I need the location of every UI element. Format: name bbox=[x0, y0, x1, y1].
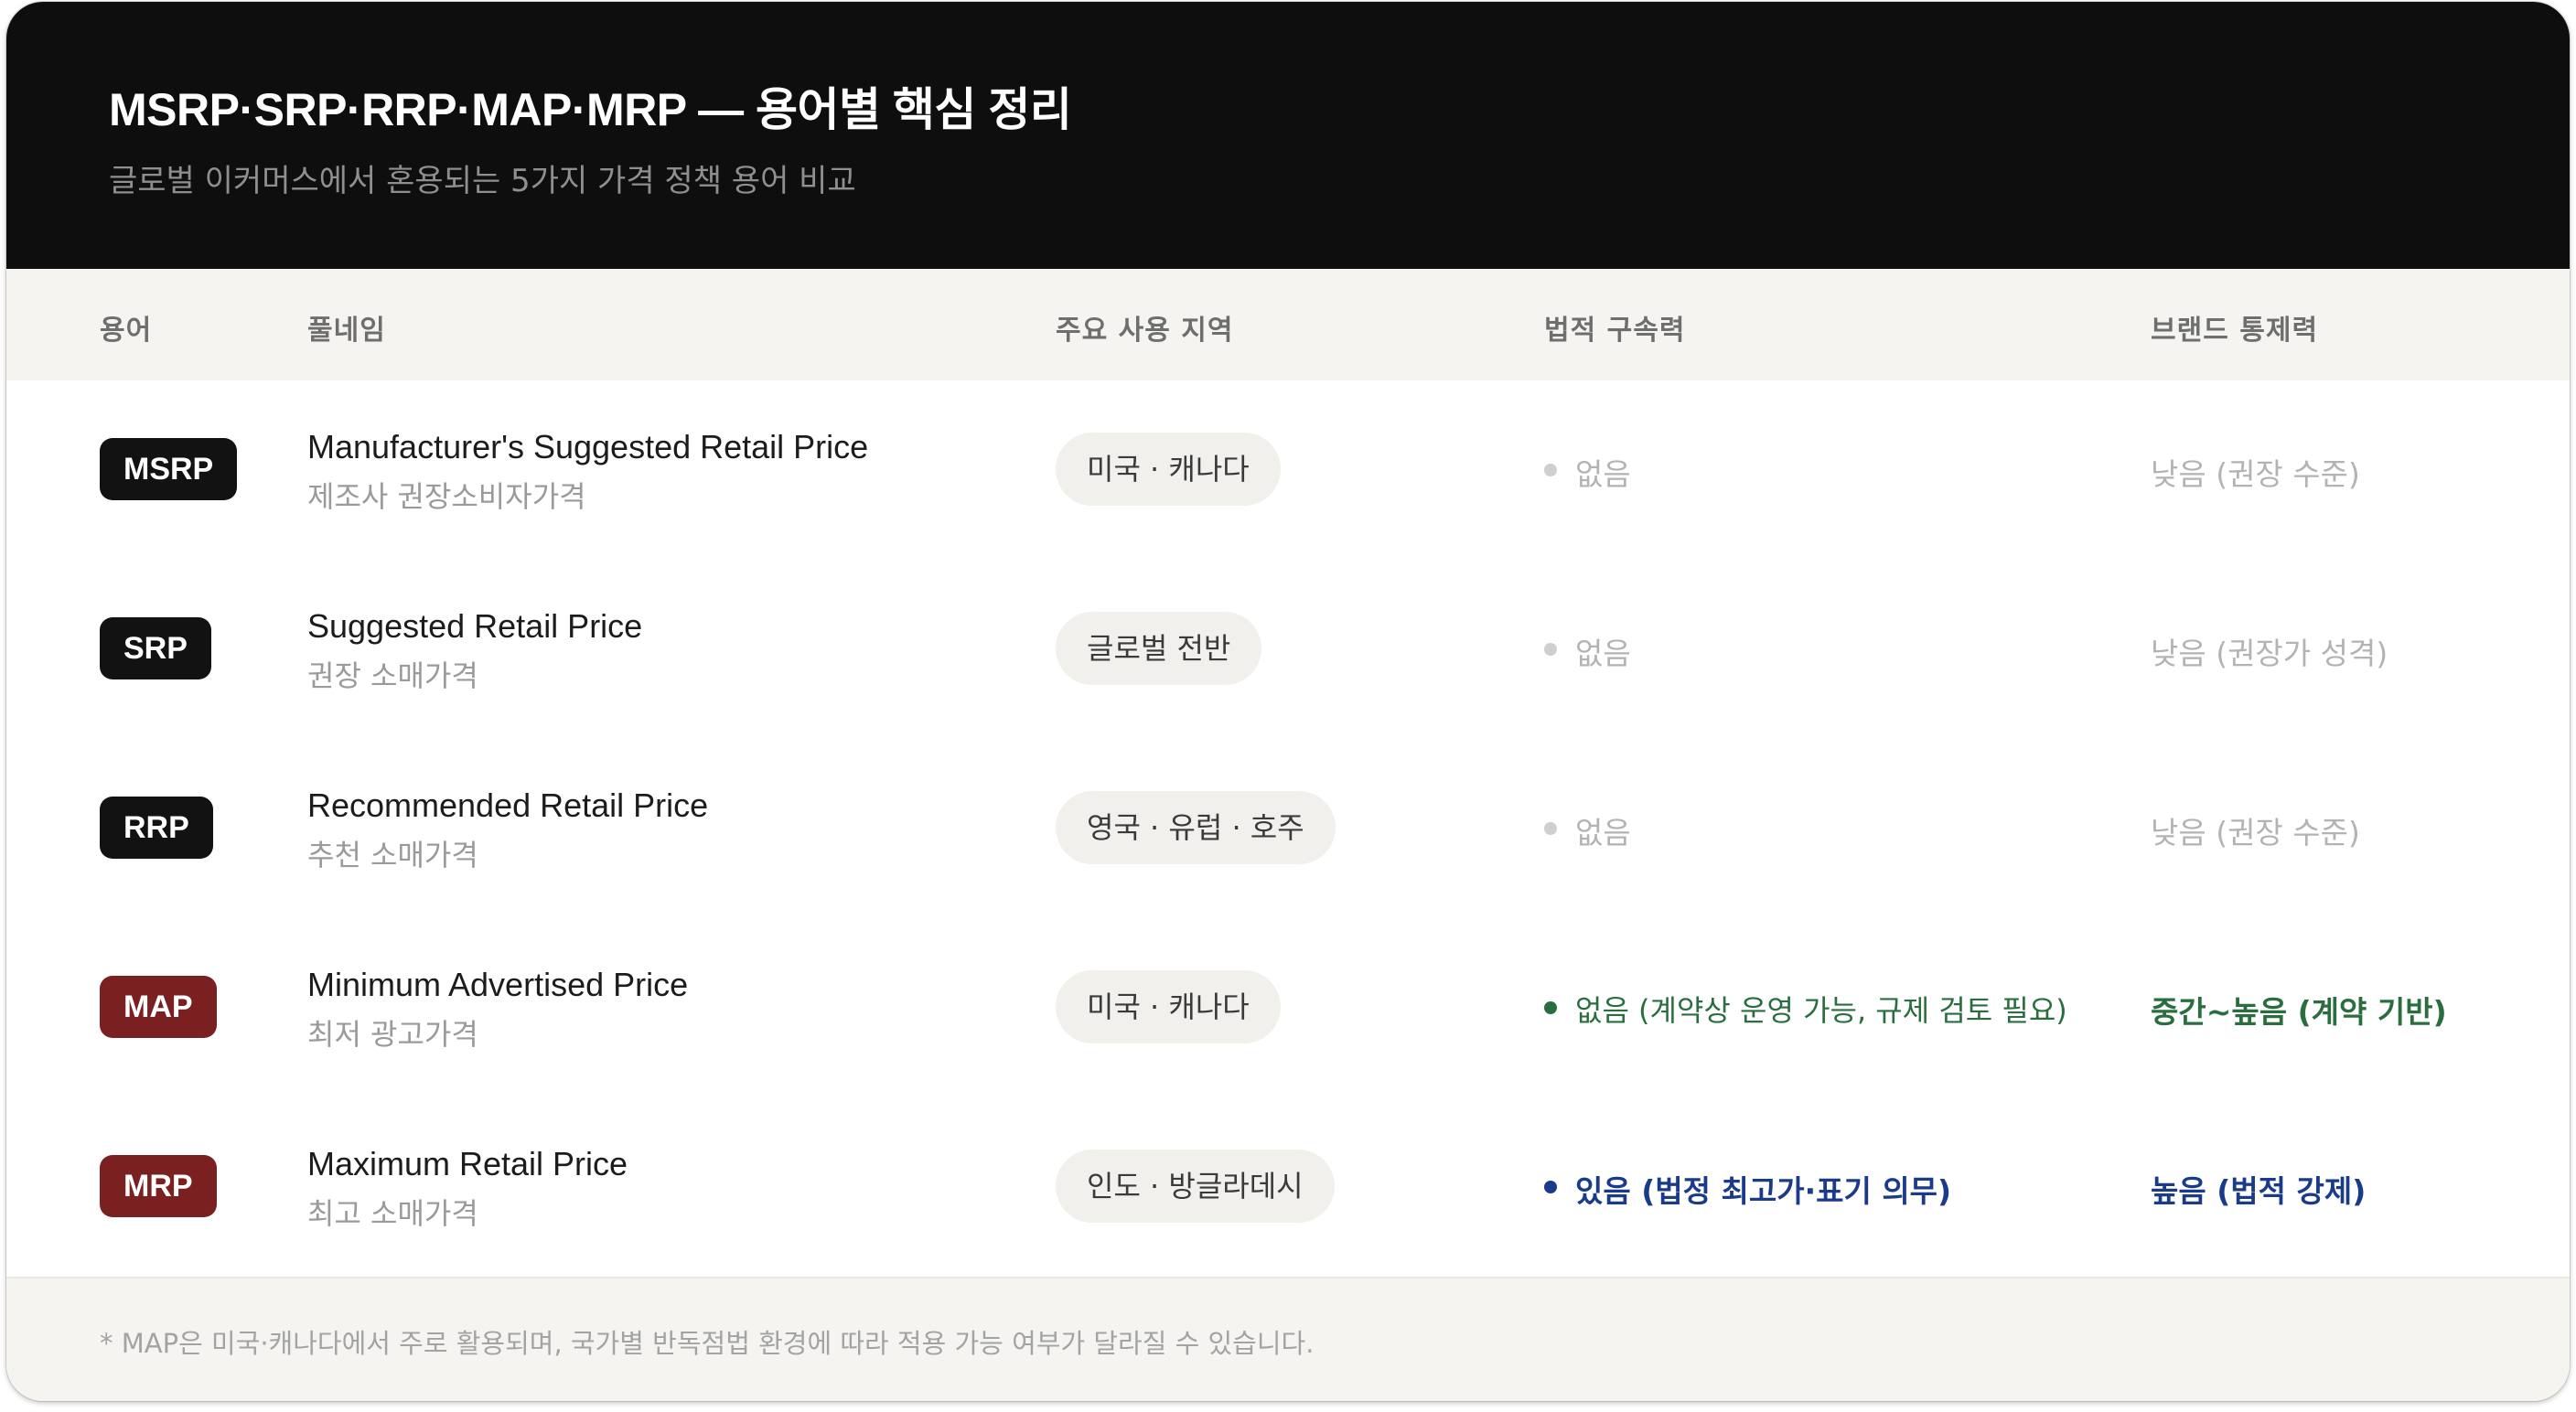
region-pill: 인도 · 방글라데시 bbox=[1056, 1150, 1335, 1223]
full-name: Manufacturer's Suggested Retail Price bbox=[307, 428, 869, 465]
region-pill: 글로벌 전반 bbox=[1056, 612, 1262, 685]
status-dot-icon bbox=[1544, 464, 1557, 476]
legal-binding: 있음 (법정 최고가·표기 의무) bbox=[1575, 1173, 1952, 1209]
korean-name: 최저 광고가격 bbox=[307, 1017, 478, 1052]
table-row: MRP Maximum Retail Price 최고 소매가격 인도 · 방글… bbox=[6, 1097, 2570, 1278]
brand-control: 낮음 (권장가 성격) bbox=[2151, 636, 2388, 671]
region-pill: 영국 · 유럽 · 호주 bbox=[1056, 791, 1336, 864]
term-badge: MRP bbox=[100, 1155, 217, 1217]
korean-name: 권장 소매가격 bbox=[307, 658, 478, 693]
korean-name: 최고 소매가격 bbox=[307, 1196, 478, 1231]
column-header-region: 주요 사용 지역 bbox=[1056, 315, 1234, 347]
page-subtitle: 글로벌 이커머스에서 혼용되는 5가지 가격 정책 용어 비교 bbox=[109, 163, 856, 199]
table-row: MSRP Manufacturer's Suggested Retail Pri… bbox=[6, 380, 2570, 562]
legal-binding: 없음 (계약상 운영 가능, 규제 검토 필요) bbox=[1575, 993, 2067, 1028]
brand-control: 낮음 (권장 수준) bbox=[2151, 815, 2360, 850]
brand-control: 중간~높음 (계약 기반) bbox=[2151, 994, 2447, 1030]
full-name: Minimum Advertised Price bbox=[307, 966, 689, 1003]
status-dot-icon bbox=[1544, 1181, 1557, 1193]
term-badge: RRP bbox=[100, 797, 213, 859]
korean-name: 제조사 권장소비자가격 bbox=[307, 479, 586, 514]
table-row: SRP Suggested Retail Price 권장 소매가격 글로벌 전… bbox=[6, 560, 2570, 741]
region-pill: 미국 · 캐나다 bbox=[1056, 970, 1281, 1043]
table-row: MAP Minimum Advertised Price 최저 광고가격 미국 … bbox=[6, 918, 2570, 1099]
full-name: Recommended Retail Price bbox=[307, 786, 709, 824]
full-name: Suggested Retail Price bbox=[307, 607, 643, 645]
page-title: MSRP·SRP·RRP·MAP·MRP — 용어별 핵심 정리 bbox=[109, 84, 1072, 135]
column-header-full-name: 풀네임 bbox=[307, 315, 386, 347]
legal-binding: 없음 bbox=[1575, 636, 1631, 671]
korean-name: 추천 소매가격 bbox=[307, 838, 478, 872]
term-badge: SRP bbox=[100, 617, 211, 679]
status-dot-icon bbox=[1544, 643, 1557, 656]
footer: * MAP은 미국·캐나다에서 주로 활용되며, 국가별 반독점법 환경에 따라… bbox=[6, 1278, 2570, 1401]
column-header-control: 브랜드 통제력 bbox=[2151, 315, 2319, 347]
status-dot-icon bbox=[1544, 822, 1557, 835]
column-header-legal: 법적 구속력 bbox=[1544, 315, 1686, 347]
table-header: 용어 풀네임 주요 사용 지역 법적 구속력 브랜드 통제력 bbox=[6, 269, 2570, 382]
region-pill: 미국 · 캐나다 bbox=[1056, 433, 1281, 506]
footnote: * MAP은 미국·캐나다에서 주로 활용되며, 국가별 반독점법 환경에 따라… bbox=[100, 1328, 1315, 1359]
comparison-card: MSRP·SRP·RRP·MAP·MRP — 용어별 핵심 정리 글로벌 이커머… bbox=[6, 2, 2570, 1401]
full-name: Maximum Retail Price bbox=[307, 1145, 628, 1182]
legal-binding: 없음 bbox=[1575, 456, 1631, 492]
brand-control: 낮음 (권장 수준) bbox=[2151, 456, 2360, 492]
status-dot-icon bbox=[1544, 1001, 1557, 1014]
term-badge: MAP bbox=[100, 976, 217, 1038]
term-badge: MSRP bbox=[100, 438, 238, 500]
header: MSRP·SRP·RRP·MAP·MRP — 용어별 핵심 정리 글로벌 이커머… bbox=[6, 2, 2570, 269]
table-row: RRP Recommended Retail Price 추천 소매가격 영국 … bbox=[6, 739, 2570, 920]
legal-binding: 없음 bbox=[1575, 815, 1631, 850]
column-header-term: 용어 bbox=[100, 315, 153, 347]
brand-control: 높음 (법적 강제) bbox=[2151, 1173, 2367, 1209]
